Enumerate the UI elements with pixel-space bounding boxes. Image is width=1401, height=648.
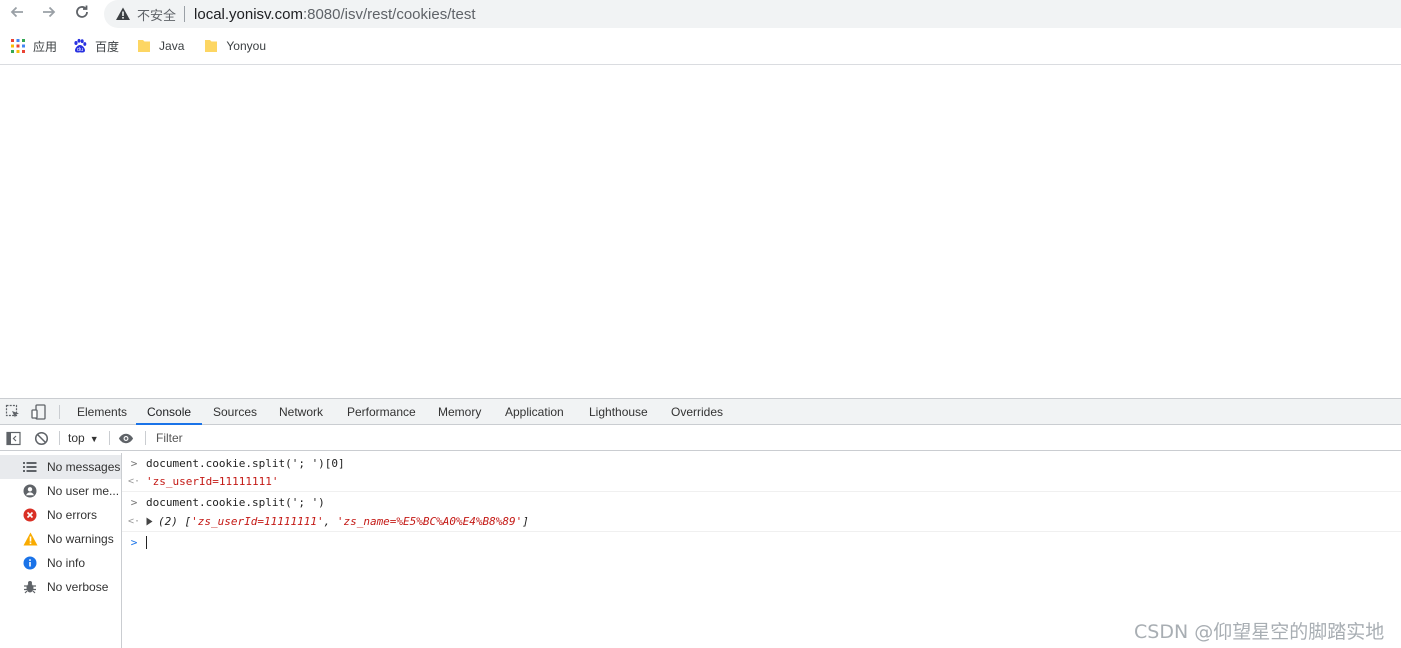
tab-elements[interactable]: Elements: [77, 399, 127, 425]
array-preview[interactable]: (2) ['zs_userId=11111111', 'zs_name=%E5%…: [158, 515, 529, 528]
sidebar-label: No user me...: [47, 484, 120, 498]
context-selector[interactable]: top ▼: [68, 425, 99, 450]
array-count: (2): [158, 515, 178, 528]
device-toolbar-icon[interactable]: [31, 404, 47, 420]
forward-arrow-icon: [40, 3, 58, 26]
baidu-paw-icon: du: [72, 38, 88, 54]
result-arrow-icon: <·: [127, 476, 141, 487]
inspect-element-icon[interactable]: [5, 404, 21, 420]
info-circle-icon: [22, 555, 38, 571]
dropdown-arrow-icon: ▼: [89, 434, 99, 444]
bookmark-folder-yonyou[interactable]: Yonyou: [203, 32, 266, 60]
context-value: top: [68, 431, 85, 445]
sidebar-label: No info: [47, 556, 86, 570]
live-expression-eye-icon[interactable]: [118, 430, 134, 446]
apps-grid-icon: [10, 38, 26, 54]
sidebar-item-errors[interactable]: No errors: [0, 503, 121, 527]
devtools-tab-bar: Elements Console Sources Network Perform…: [0, 398, 1401, 425]
input-chevron-icon: >: [130, 457, 138, 470]
result-arrow-icon: <·: [127, 516, 141, 527]
sidebar-item-user-messages[interactable]: No user me...: [0, 479, 121, 503]
reload-icon: [73, 3, 91, 26]
prompt-chevron-icon: >: [130, 536, 138, 549]
tab-console[interactable]: Console: [147, 399, 191, 425]
expand-triangle-icon[interactable]: [146, 517, 156, 526]
bookmark-label: 应用: [33, 39, 58, 54]
toolbar-divider: [0, 64, 1401, 65]
bookmark-baidu[interactable]: du 百度: [72, 32, 119, 60]
sidebar-item-warnings[interactable]: No warnings: [0, 527, 121, 551]
bookmark-folder-java[interactable]: Java: [136, 32, 184, 60]
console-command: document.cookie.split('; ')[0]: [146, 457, 345, 470]
omnibox[interactable]: 不安全 local.yonisv.com:8080/isv/rest/cooki…: [104, 0, 1401, 28]
bookmark-label: Java: [159, 39, 185, 53]
console-sidebar: No messages No user me... No errors No w…: [0, 453, 122, 648]
bookmark-label: 百度: [95, 39, 120, 54]
forward-button[interactable]: [39, 4, 59, 24]
devtools-panel: Elements Console Sources Network Perform…: [0, 398, 1401, 648]
console-input-line: > document.cookie.split('; ')[0]: [122, 454, 1401, 473]
sidebar-toggle-icon[interactable]: [5, 430, 21, 446]
tab-overrides[interactable]: Overrides: [671, 399, 723, 425]
console-command: document.cookie.split('; '): [146, 496, 325, 509]
console-result-line[interactable]: <· (2) ['zs_userId=11111111', 'zs_name=%…: [122, 512, 1401, 532]
error-circle-icon: [22, 507, 38, 523]
list-icon: [22, 459, 38, 475]
console-result-string: 'zs_userId=11111111': [146, 475, 279, 488]
sidebar-label: No verbose: [47, 580, 109, 594]
toolbar-separator: [145, 431, 146, 445]
folder-icon: [136, 38, 152, 54]
warning-triangle-icon: [22, 531, 38, 547]
url-text[interactable]: local.yonisv.com:8080/isv/rest/cookies/t…: [194, 6, 476, 23]
sidebar-item-messages[interactable]: No messages: [0, 455, 121, 479]
address-bar-row: 不安全 local.yonisv.com:8080/isv/rest/cooki…: [0, 0, 1401, 28]
omnibox-separator: [184, 6, 186, 22]
sidebar-label: No warnings: [47, 532, 114, 546]
sidebar-label: No errors: [47, 508, 98, 522]
clear-console-icon[interactable]: [33, 430, 49, 446]
input-chevron-icon: >: [130, 496, 138, 509]
back-arrow-icon: [8, 3, 26, 26]
user-circle-icon: [22, 483, 38, 499]
array-close-bracket: ]: [522, 515, 529, 528]
console-prompt-line[interactable]: >: [122, 533, 1401, 552]
tab-network[interactable]: Network: [279, 399, 323, 425]
bookmarks-bar: 应用 du 百度 Java Yonyou: [0, 32, 266, 60]
sidebar-item-info[interactable]: No info: [0, 551, 121, 575]
svg-text:du: du: [77, 47, 83, 53]
folder-icon: [203, 38, 219, 54]
toolbar-separator: [109, 431, 110, 445]
security-label[interactable]: 不安全: [137, 5, 176, 24]
warning-triangle-icon[interactable]: [115, 6, 131, 22]
watermark: CSDN @仰望星空的脚踏实地: [1134, 621, 1385, 643]
url-host: local.yonisv.com: [194, 5, 303, 23]
bug-icon: [22, 579, 38, 595]
tab-performance[interactable]: Performance: [347, 399, 416, 425]
tab-memory[interactable]: Memory: [438, 399, 481, 425]
url-path: :8080/isv/rest/cookies/test: [302, 5, 476, 23]
bookmark-label: Yonyou: [226, 39, 266, 53]
reload-button[interactable]: [72, 4, 92, 24]
toolbar-separator: [59, 431, 60, 445]
array-item: 'zs_name=%E5%BC%A0%E4%B8%89': [336, 515, 523, 528]
back-button[interactable]: [7, 4, 27, 24]
sidebar-label: No messages: [47, 460, 121, 474]
console-input-line: > document.cookie.split('; '): [122, 493, 1401, 512]
console-result-line: <· 'zs_userId=11111111': [122, 472, 1401, 492]
console-filter-input[interactable]: [152, 428, 1401, 448]
console-toolbar: top ▼: [0, 425, 1401, 451]
bookmark-apps[interactable]: 应用: [10, 32, 57, 60]
sidebar-item-verbose[interactable]: No verbose: [0, 575, 121, 599]
tab-application[interactable]: Application: [505, 399, 564, 425]
tab-lighthouse[interactable]: Lighthouse: [589, 399, 648, 425]
array-comma: ,: [323, 515, 337, 528]
tab-sources[interactable]: Sources: [213, 399, 257, 425]
array-item: 'zs_userId=11111111': [191, 515, 324, 528]
text-caret: [146, 536, 147, 549]
tab-separator: [59, 405, 60, 419]
